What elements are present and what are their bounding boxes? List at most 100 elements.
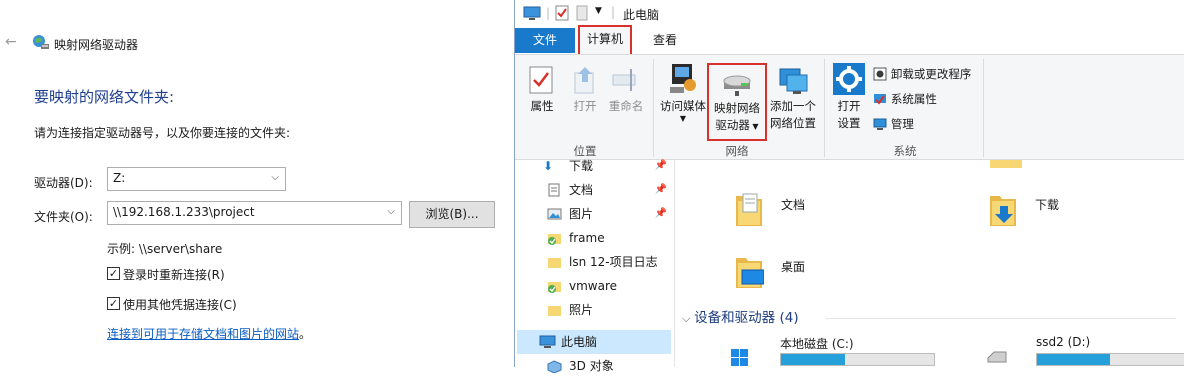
dialog-title: 映射网络驱动器: [54, 38, 139, 52]
folder-tile-documents[interactable]: 文档: [734, 190, 854, 236]
access-media-button[interactable]: 访问媒体 ▼: [658, 61, 708, 123]
drive-select-value: Z:: [113, 171, 126, 185]
customize-toolbar-icon[interactable]: ▼: [595, 6, 602, 16]
map-drive-label-line1: 映射网络: [714, 101, 760, 115]
downloads-folder-icon: [990, 196, 1016, 226]
computer-icon: [523, 6, 541, 20]
map-network-drive-button[interactable]: 映射网络 驱动器 ▼: [707, 63, 767, 141]
devices-section-header[interactable]: ⌵ 设备和驱动器 (4): [682, 306, 799, 326]
other-credentials-checkbox[interactable]: ✓: [107, 297, 120, 310]
nav-item-photos[interactable]: 照片: [545, 298, 675, 322]
media-server-icon: [670, 64, 696, 93]
manage-label: 管理: [890, 117, 914, 131]
toolbar-divider: |: [611, 5, 616, 19]
folder-tile-desktop[interactable]: 桌面: [734, 252, 854, 298]
nav-item-label: vmware: [569, 279, 618, 293]
drive-select[interactable]: Z: ⌵: [107, 167, 286, 191]
dialog-heading: 要映射的网络文件夹:: [34, 88, 175, 106]
drive-tile-c[interactable]: 本地磁盘 (C:): [730, 336, 960, 367]
pictures-icon: [547, 208, 562, 220]
access-media-label: 访问媒体: [660, 99, 706, 113]
nav-item-documents[interactable]: 文档 📌: [545, 178, 675, 202]
uninstall-label: 卸载或更改程序: [890, 67, 972, 81]
folder-label: 文件夹(O):: [34, 210, 93, 224]
pin-icon[interactable]: 📌: [655, 178, 667, 202]
reconnect-label[interactable]: 登录时重新连接(R): [123, 266, 225, 283]
nav-item-pictures[interactable]: 图片 📌: [545, 202, 675, 226]
rename-label: 重命名: [608, 99, 644, 113]
nav-item-label: 3D 对象: [569, 359, 614, 373]
reconnect-checkbox[interactable]: ✓: [107, 267, 120, 280]
window-title: 此电脑: [623, 8, 660, 22]
properties-label: 属性: [530, 99, 554, 113]
nav-item-label: 下载: [569, 159, 594, 173]
nav-item-label: 图片: [569, 207, 594, 221]
add-network-location-button[interactable]: 添加一个 网络位置: [768, 65, 818, 132]
quick-access-toolbar: | ▼ | 此电脑: [515, 0, 1184, 28]
desktop-folder-icon: [736, 258, 764, 288]
properties-icon[interactable]: [555, 5, 569, 21]
chevron-down-icon[interactable]: ⌵: [682, 312, 690, 325]
nav-item-vmware[interactable]: vmware: [545, 274, 675, 298]
open-button[interactable]: 打开: [568, 65, 602, 115]
ribbon-separator: [824, 59, 825, 157]
open-settings-button[interactable]: 打开 设置: [831, 63, 867, 132]
windows-drive-icon: [731, 349, 748, 366]
pin-icon[interactable]: 📌: [655, 154, 667, 178]
storage-website-link[interactable]: 连接到可用于存储文档和图片的网站: [107, 327, 299, 341]
tab-file[interactable]: 文件: [515, 28, 575, 53]
folder-combobox[interactable]: \\192.168.1.233\project ⌵: [107, 201, 402, 225]
computer-management-icon: [873, 118, 887, 130]
drive-usage-fill: [781, 354, 846, 365]
navigation-pane: ⬇ 下载 📌 文档 📌 图片 📌 frame lsn 12-项目日志 vmwar…: [515, 159, 675, 373]
drive-tile-d[interactable]: ssd2 (D:): [986, 335, 1184, 367]
pin-icon[interactable]: 📌: [655, 202, 667, 226]
nav-item-frame[interactable]: frame: [545, 226, 675, 250]
nav-item-downloads[interactable]: ⬇ 下载 📌: [543, 154, 675, 178]
document-icon: [548, 183, 560, 197]
back-arrow-icon[interactable]: ←: [5, 34, 17, 50]
dropdown-arrow-icon: ▼: [679, 114, 687, 123]
properties-button[interactable]: 属性: [524, 65, 560, 115]
nav-item-lsn12[interactable]: lsn 12-项目日志: [545, 250, 675, 274]
open-label: 打开: [573, 99, 597, 113]
nav-item-label: 照片: [569, 303, 594, 317]
new-folder-icon[interactable]: [576, 5, 588, 21]
manage-button[interactable]: 管理: [873, 116, 914, 134]
other-credentials-label[interactable]: 使用其他凭据连接(C): [123, 296, 237, 313]
add-network-location-icon: [779, 68, 808, 94]
drive-usage-bar-c: [780, 353, 935, 366]
network-drive-icon: [33, 35, 49, 49]
hard-drive-icon: [987, 351, 1007, 363]
ribbon-separator: [983, 59, 984, 157]
drive-label: 驱动器(D):: [34, 176, 93, 190]
properties-icon: [529, 66, 553, 94]
folder-tile-label: 文档: [781, 198, 806, 212]
system-properties-icon: [874, 94, 886, 105]
drive-label-c: 本地磁盘 (C:): [780, 337, 854, 351]
gear-icon: [833, 63, 865, 95]
uninstall-programs-button[interactable]: 卸载或更改程序: [873, 66, 971, 84]
tab-computer[interactable]: 计算机: [578, 25, 632, 56]
rename-button[interactable]: 重命名: [606, 65, 646, 115]
open-settings-label-line1: 打开: [837, 99, 861, 113]
group-label-network: 网络: [725, 144, 749, 158]
synced-folder-icon: [548, 234, 561, 245]
devices-section-title: 设备和驱动器 (4): [694, 310, 799, 326]
nav-item-this-pc[interactable]: 此电脑: [517, 330, 671, 354]
open-settings-label-line2: 设置: [837, 116, 861, 130]
nav-item-3d-objects[interactable]: 3D 对象: [545, 354, 675, 378]
system-properties-button[interactable]: 系统属性: [873, 91, 937, 109]
system-properties-label: 系统属性: [890, 92, 937, 106]
add-location-label-line1: 添加一个: [770, 99, 816, 113]
tab-view[interactable]: 查看: [645, 28, 685, 53]
chevron-down-icon[interactable]: ⌵: [387, 206, 395, 217]
file-explorer-window: | ▼ | 此电脑 文件 计算机 查看 属性 打开 重命名 位置 访问媒体 ▼ …: [514, 0, 1184, 373]
browse-button[interactable]: 浏览(B)...: [409, 201, 495, 228]
tab-computer-label: 计算机: [586, 32, 623, 46]
nav-item-label: 此电脑: [561, 335, 598, 349]
folder-tile-downloads[interactable]: 下载: [988, 190, 1108, 236]
instruction-text: 请为连接指定驱动器号，以及你要连接的文件夹:: [34, 126, 291, 140]
folder-icon: [548, 258, 561, 268]
drive-usage-fill: [1037, 354, 1111, 365]
